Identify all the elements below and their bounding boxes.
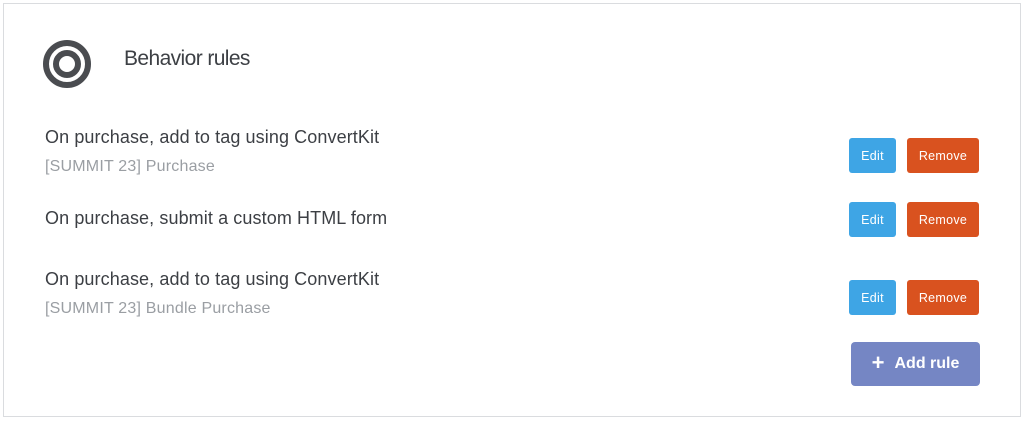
edit-rule-button[interactable]: Edit [849, 202, 896, 237]
edit-rule-button[interactable]: Edit [849, 280, 896, 315]
behavior-rules-panel: Behavior rules On purchase, add to tag u… [3, 3, 1021, 417]
target-icon [43, 40, 91, 88]
remove-rule-button[interactable]: Remove [907, 280, 979, 315]
rule-title: On purchase, add to tag using ConvertKit [45, 269, 380, 289]
plus-icon: + [871, 350, 885, 375]
add-rule-button[interactable]: + Add rule [851, 342, 980, 386]
page-title: Behavior rules [124, 47, 250, 70]
add-rule-label: Add rule [894, 355, 960, 372]
edit-rule-button[interactable]: Edit [849, 138, 896, 173]
remove-rule-button[interactable]: Remove [907, 138, 979, 173]
rule-title: On purchase, submit a custom HTML form [45, 208, 388, 228]
remove-rule-button[interactable]: Remove [907, 202, 979, 237]
rule-title: On purchase, add to tag using ConvertKit [45, 127, 380, 147]
rule-subtitle: [SUMMIT 23] Bundle Purchase [45, 300, 271, 317]
rule-subtitle: [SUMMIT 23] Purchase [45, 158, 215, 175]
